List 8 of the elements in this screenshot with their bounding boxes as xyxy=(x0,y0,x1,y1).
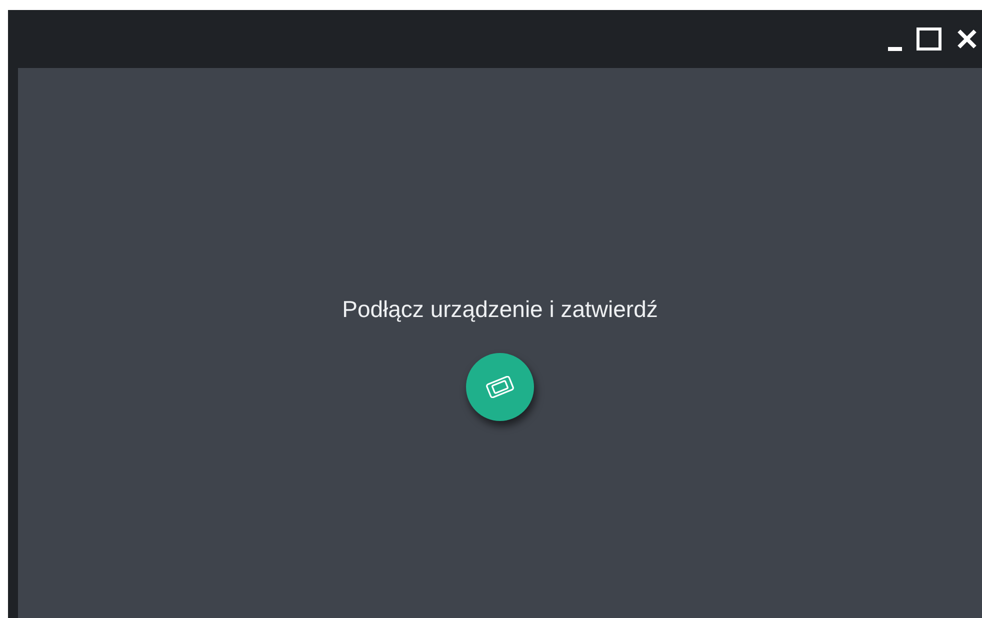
close-button[interactable] xyxy=(956,28,978,50)
maximize-icon xyxy=(916,27,942,51)
minimize-icon xyxy=(888,46,902,50)
confirm-button[interactable] xyxy=(466,353,534,421)
instruction-text: Podłącz urządzenie i zatwierdź xyxy=(342,296,658,323)
maximize-button[interactable] xyxy=(916,27,942,51)
card-icon xyxy=(485,376,515,398)
close-icon xyxy=(956,28,978,50)
